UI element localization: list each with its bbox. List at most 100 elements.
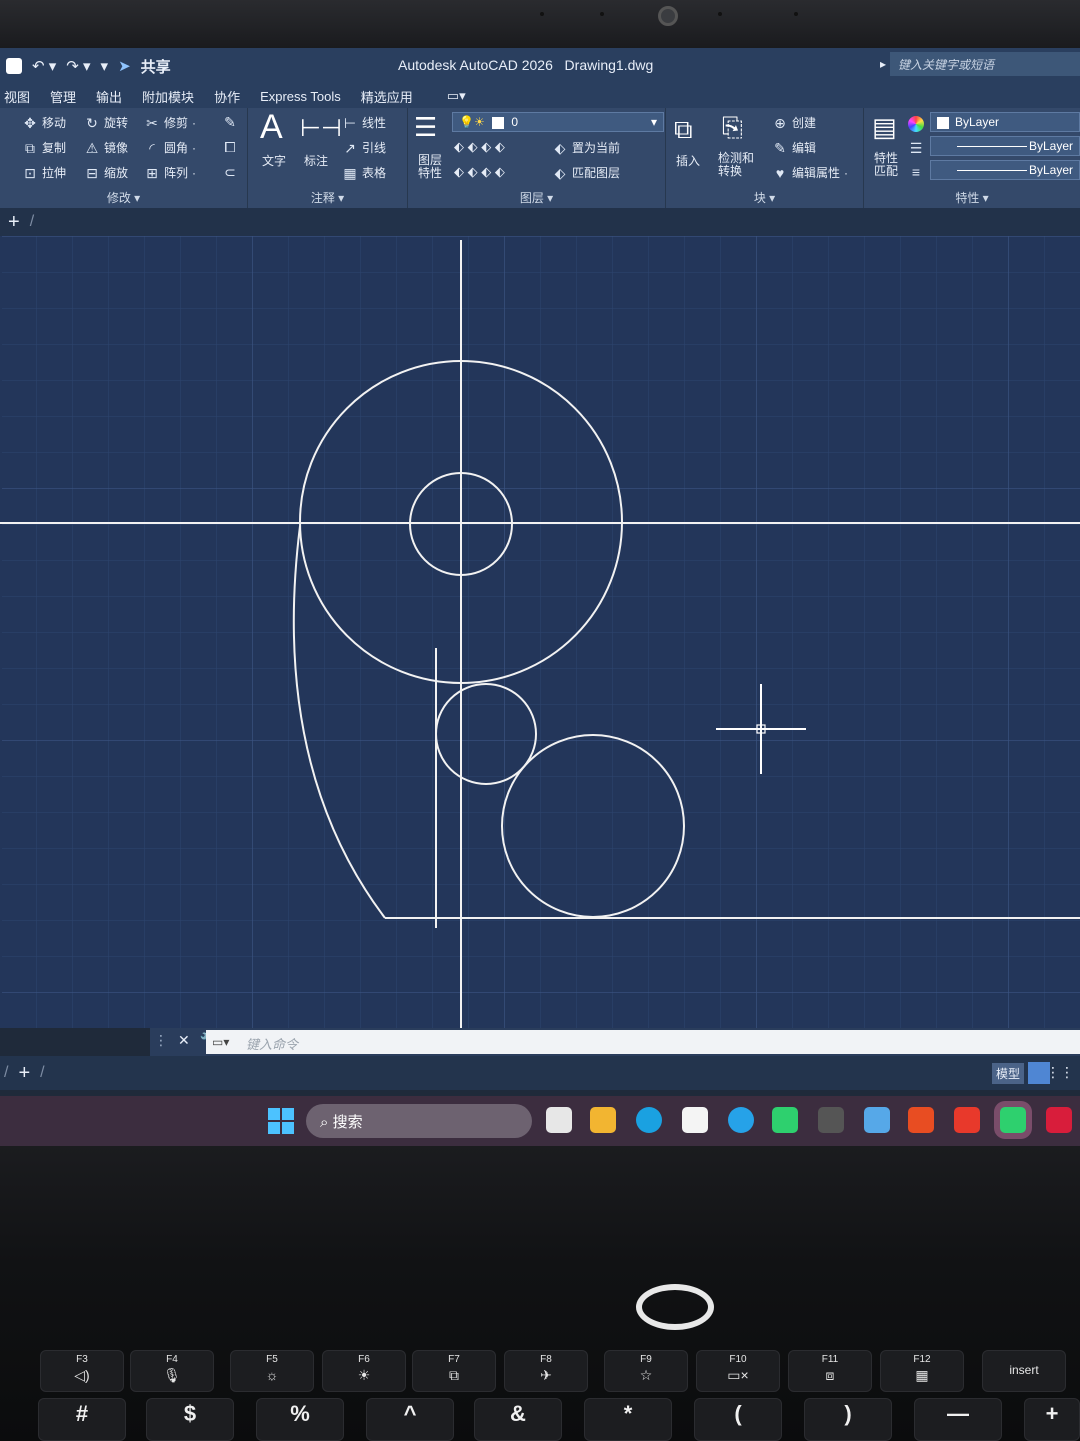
match-properties-button[interactable]: 特性 匹配 [874, 152, 898, 178]
key-9[interactable]: ( [694, 1398, 782, 1441]
copy-button[interactable]: ⧉ 复制 [22, 139, 66, 156]
trim-button[interactable]: ✂ 修剪 · [144, 114, 196, 131]
key-f6[interactable]: F6 ☀ [322, 1350, 406, 1392]
task-view-icon[interactable] [546, 1107, 572, 1133]
edit-attributes-button[interactable]: ♥ 编辑属性 · [772, 164, 848, 181]
layer-dropdown[interactable]: 💡☀ 0 ▾ [452, 112, 664, 132]
new-tab-icon[interactable]: + [8, 211, 20, 234]
share-label[interactable]: 共享 [141, 56, 171, 77]
key-f12[interactable]: F12 ▦ [880, 1350, 964, 1392]
customize-icon[interactable]: ▾ [101, 57, 109, 75]
redo-icon[interactable]: ↷ ▾ [66, 57, 90, 75]
match-properties-icon[interactable]: ▤ [872, 112, 897, 143]
key-f8[interactable]: F8 ✈ [504, 1350, 588, 1392]
key-f3[interactable]: F3 ◁) [40, 1350, 124, 1392]
stretch-button[interactable]: ⊡ 拉伸 [22, 164, 66, 181]
command-input[interactable]: 键入命令 [206, 1030, 1080, 1054]
key-4[interactable]: $ [146, 1398, 234, 1441]
set-current-button[interactable]: ⬖ 置为当前 [552, 139, 620, 156]
ribbon-toggle-icon[interactable]: ▭▾ [437, 88, 476, 104]
add-layout-icon[interactable]: + [18, 1062, 30, 1085]
table-button[interactable]: ▦ 表格 [342, 164, 386, 181]
chat-app-icon[interactable] [772, 1107, 798, 1133]
tab-express-tools[interactable]: Express Tools [250, 89, 351, 104]
match-layer-button[interactable]: ⬖ 匹配图层 [552, 164, 620, 181]
expand-arrow-icon[interactable]: ▸ [880, 57, 886, 71]
linetype-dropdown[interactable]: ByLayer [930, 136, 1080, 156]
explode-button[interactable]: ⧠ [222, 139, 238, 155]
package-app-icon[interactable] [818, 1107, 844, 1133]
autocad-taskbar-icon[interactable] [1046, 1107, 1072, 1133]
insert-button[interactable]: 插入 [676, 152, 700, 169]
drawing-canvas[interactable] [0, 236, 1080, 1028]
tab-manage[interactable]: 管理 [40, 87, 86, 106]
key-f9[interactable]: F9 ☆ [604, 1350, 688, 1392]
close-icon[interactable]: ✕ [178, 1032, 190, 1049]
app-menu-icon[interactable] [6, 58, 22, 74]
block-panel-label[interactable]: 块 ▾ [666, 189, 863, 206]
layer-properties-button[interactable]: 图层 特性 [418, 154, 442, 180]
properties-panel-label[interactable]: 特性 ▾ [864, 189, 1080, 206]
help-search-input[interactable]: 键入关键字或短语 [890, 52, 1080, 76]
grip-handle[interactable]: ⋮ [154, 1032, 168, 1049]
mail-app-icon[interactable] [864, 1107, 890, 1133]
key-f5[interactable]: F5 ☼ [230, 1350, 314, 1392]
offset-button[interactable]: ⊂ [222, 164, 238, 180]
modify-panel-label[interactable]: 修改 ▾ [0, 189, 247, 206]
color-dropdown[interactable]: ByLayer [930, 112, 1080, 132]
edit-block-button[interactable]: ✎ 编辑 [772, 139, 816, 156]
key-minus[interactable]: — [914, 1398, 1002, 1441]
store-icon[interactable] [682, 1107, 708, 1133]
key-plus[interactable]: + [1024, 1398, 1080, 1441]
command-history-icon[interactable]: ▭▾ [212, 1035, 229, 1049]
share-icon[interactable]: ➤ [118, 57, 131, 75]
key-8[interactable]: * [584, 1398, 672, 1441]
key-0[interactable]: ) [804, 1398, 892, 1441]
key-6[interactable]: ^ [366, 1398, 454, 1441]
insert-block-icon[interactable]: ⧉ [674, 114, 693, 146]
text-button[interactable]: 文字 [262, 152, 286, 169]
scale-button[interactable]: ⊟ 缩放 [84, 164, 128, 181]
taskbar-search[interactable]: ⌕ 搜索 [306, 1104, 532, 1138]
key-f7[interactable]: F7 ⧉ [412, 1350, 496, 1392]
fillet-button[interactable]: ◜ 圆角 · [144, 139, 196, 156]
key-insert[interactable]: insert [982, 1350, 1066, 1392]
tab-output[interactable]: 输出 [86, 87, 132, 106]
tab-view[interactable]: 视图 [0, 87, 40, 106]
file-explorer-icon[interactable] [590, 1107, 616, 1133]
wechat-icon[interactable] [1000, 1107, 1026, 1133]
linear-button[interactable]: ⊢ 线性 [342, 114, 386, 131]
detect-convert-icon[interactable]: ⎘ [722, 112, 743, 144]
text-icon[interactable]: A [260, 108, 283, 147]
move-button[interactable]: ✥ 移动 [22, 114, 66, 131]
tab-featured-apps[interactable]: 精选应用 [351, 87, 423, 106]
tab-addins[interactable]: 附加模块 [132, 87, 204, 106]
mirror-button[interactable]: ⚠ 镜像 [84, 139, 128, 156]
layers-panel-label[interactable]: 图层 ▾ [408, 189, 665, 206]
key-7[interactable]: & [474, 1398, 562, 1441]
layer-tools-row1[interactable]: ⬖ ⬖ ⬖ ⬖ [454, 139, 505, 155]
dimension-button[interactable]: 标注 [304, 152, 328, 169]
erase-button[interactable]: ✎ [222, 114, 238, 130]
detect-convert-button[interactable]: 检测和 转换 [718, 152, 754, 178]
annotation-panel-label[interactable]: 注释 ▾ [248, 189, 407, 206]
rotate-button[interactable]: ↻ 旋转 [84, 114, 128, 131]
key-3[interactable]: # [38, 1398, 126, 1441]
key-f11[interactable]: F11 ⧈ [788, 1350, 872, 1392]
windows-start-icon[interactable] [268, 1108, 294, 1134]
lineweight-dropdown[interactable]: ByLayer [930, 160, 1080, 180]
array-button[interactable]: ⊞ 阵列 · [144, 164, 196, 181]
wps-office-icon[interactable] [908, 1107, 934, 1133]
edge-browser-icon[interactable] [636, 1107, 662, 1133]
undo-icon[interactable]: ↶ ▾ [32, 57, 56, 75]
create-block-button[interactable]: ⊕ 创建 [772, 114, 816, 131]
tab-collaborate[interactable]: 协作 [204, 87, 250, 106]
key-5[interactable]: % [256, 1398, 344, 1441]
ie-icon[interactable] [728, 1107, 754, 1133]
dimension-icon[interactable]: ⊢⊣ [300, 114, 342, 143]
key-f10[interactable]: F10 ▭× [696, 1350, 780, 1392]
leader-button[interactable]: ↗ 引线 [342, 139, 386, 156]
layer-properties-icon[interactable]: ☰ [414, 112, 437, 143]
snap-grid-icon[interactable]: ⋮⋮ [1046, 1064, 1074, 1081]
key-f4[interactable]: F4 🎙 [130, 1350, 214, 1392]
